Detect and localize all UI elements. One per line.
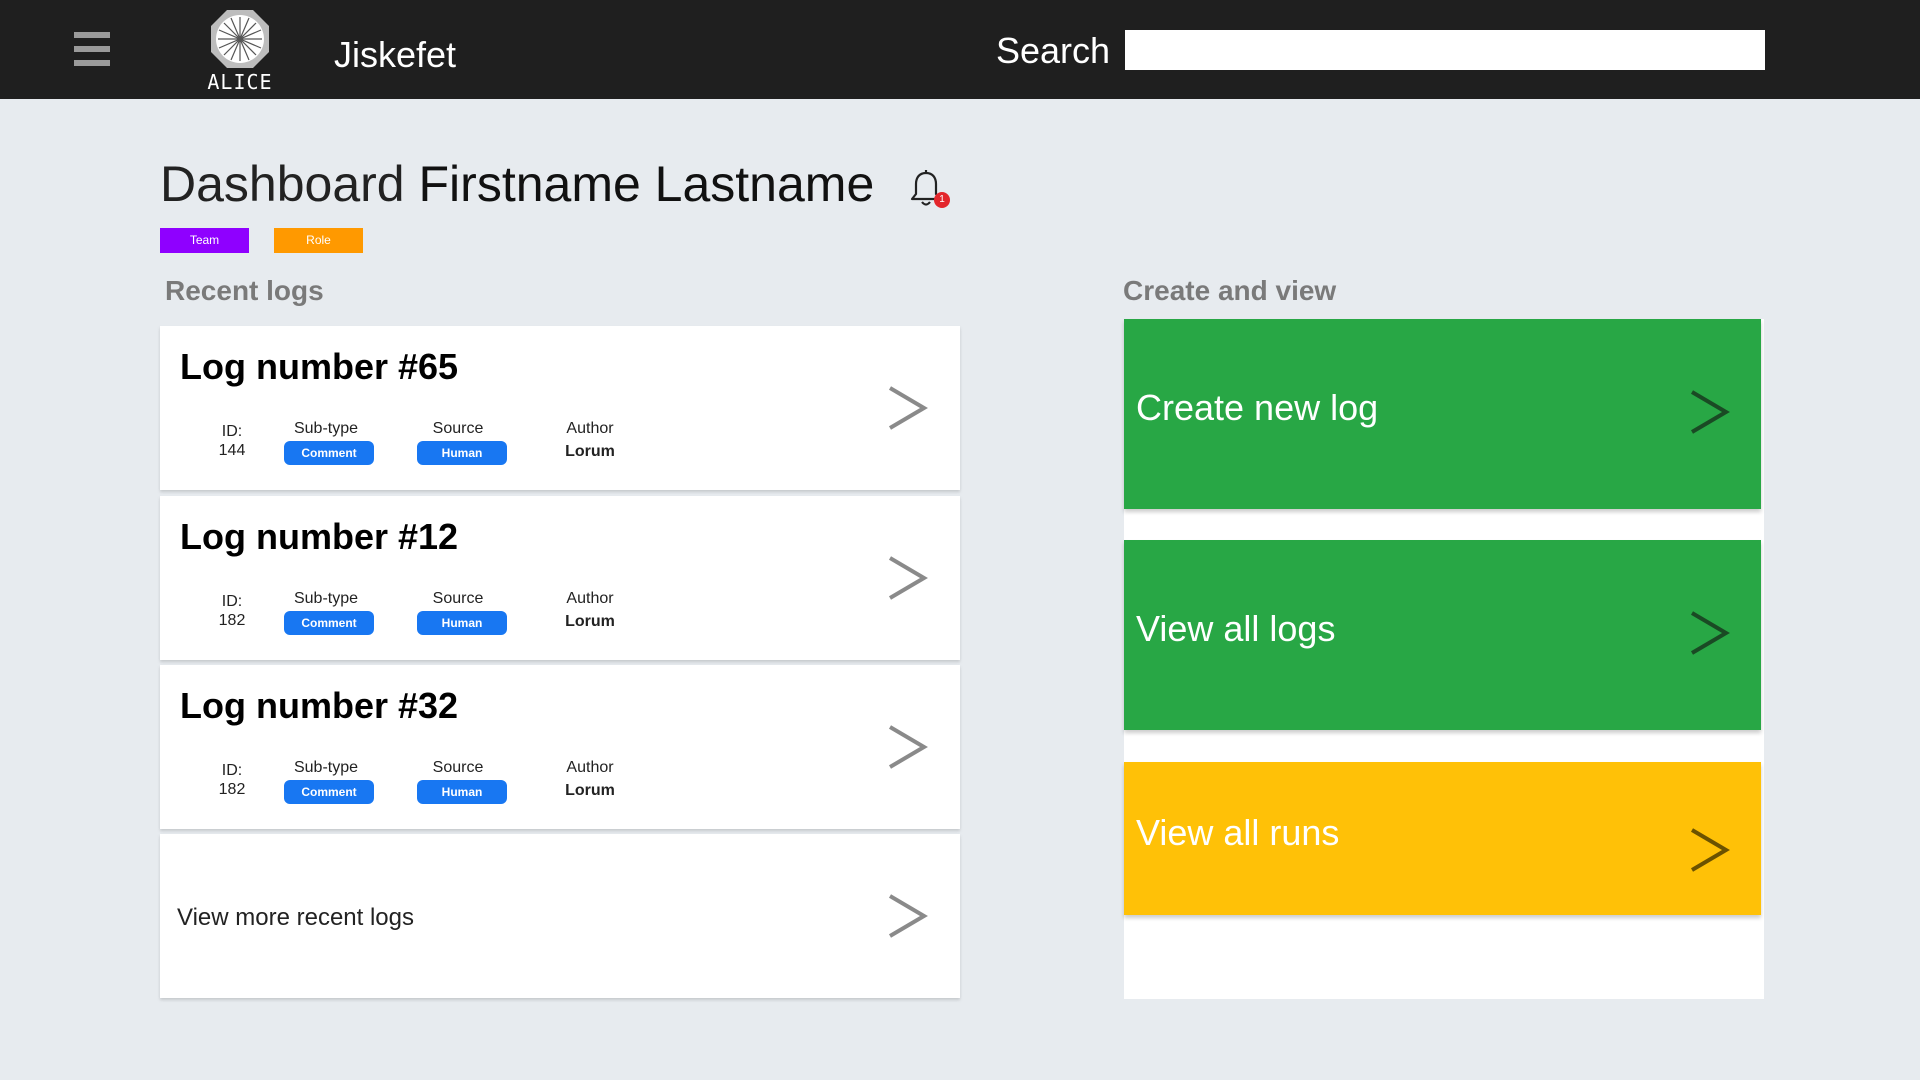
source-label: Source (432, 420, 484, 437)
search-label: Search (996, 30, 1111, 71)
chevron-right-icon (888, 894, 928, 938)
chevron-right-icon (888, 386, 928, 430)
team-tag[interactable]: Team (160, 228, 249, 253)
view-more-label: View more recent logs (177, 904, 414, 931)
hamburger-menu-icon[interactable] (74, 32, 110, 66)
page-title-prefix: Dashboard (160, 156, 405, 212)
alice-logo-icon (211, 10, 269, 68)
id-label: ID: (221, 762, 243, 779)
notification-badge: 1 (934, 192, 950, 208)
user-name: Firstname Lastname (418, 156, 875, 212)
author-label: Author (566, 590, 614, 607)
source-badge: Human (417, 611, 507, 635)
chevron-right-icon (1690, 611, 1730, 655)
author-label: Author (566, 759, 614, 776)
view-all-logs-label: View all logs (1136, 608, 1336, 649)
chevron-right-icon (888, 725, 928, 769)
alice-logo[interactable]: ALICE (205, 8, 275, 94)
source-badge: Human (417, 780, 507, 804)
subtype-badge: Comment (284, 780, 374, 804)
subtype-label: Sub-type (293, 590, 359, 607)
id-label: ID: (221, 593, 243, 610)
subtype-label: Sub-type (293, 759, 359, 776)
subtype-label: Sub-type (293, 420, 359, 437)
author-value: Lorum (565, 782, 615, 799)
log-title: Log number #32 (180, 685, 459, 726)
page-title: Dashboard Firstname Lastname (160, 155, 874, 213)
view-all-runs-button[interactable]: View all runs (1124, 762, 1761, 915)
id-value: 182 (218, 781, 246, 798)
create-view-panel: Create new log View all logs View all ru… (1124, 319, 1764, 999)
create-view-heading: Create and view (1123, 275, 1337, 306)
logo-text: ALICE (207, 70, 273, 94)
log-card[interactable]: Log number #32 ID: 182 Sub-type Comment … (160, 665, 960, 829)
subtype-badge: Comment (284, 611, 374, 635)
view-more-logs-button[interactable]: View more recent logs (160, 834, 960, 998)
author-value: Lorum (565, 613, 615, 630)
source-label: Source (432, 590, 484, 607)
id-label: ID: (221, 423, 243, 440)
recent-logs-heading: Recent logs (165, 275, 324, 306)
id-value: 144 (218, 442, 246, 459)
subtype-badge: Comment (284, 441, 374, 465)
notifications-button[interactable]: 1 (910, 170, 954, 210)
search-input[interactable] (1125, 30, 1765, 70)
source-label: Source (432, 759, 484, 776)
log-title: Log number #65 (180, 346, 459, 387)
author-label: Author (566, 420, 614, 437)
log-card[interactable]: Log number #12 ID: 182 Sub-type Comment … (160, 496, 960, 660)
top-bar: ALICE Jiskefet Search (0, 0, 1920, 99)
chevron-right-icon (888, 556, 928, 600)
view-all-logs-button[interactable]: View all logs (1124, 540, 1761, 730)
create-new-log-label: Create new log (1136, 387, 1379, 428)
log-title: Log number #12 (180, 516, 459, 557)
id-value: 182 (218, 612, 246, 629)
view-all-runs-label: View all runs (1136, 812, 1340, 853)
role-tag[interactable]: Role (274, 228, 363, 253)
chevron-right-icon (1690, 828, 1730, 872)
source-badge: Human (417, 441, 507, 465)
create-new-log-button[interactable]: Create new log (1124, 319, 1761, 509)
log-card[interactable]: Log number #65 ID: 144 Sub-type Comment … (160, 326, 960, 490)
author-value: Lorum (565, 443, 615, 460)
app-title[interactable]: Jiskefet (334, 34, 456, 76)
chevron-right-icon (1690, 390, 1730, 434)
